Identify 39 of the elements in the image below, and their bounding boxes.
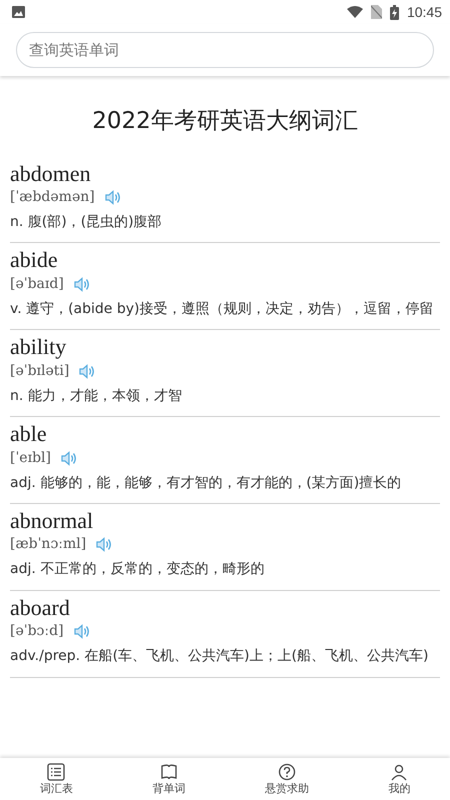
book-icon [160,763,178,782]
definition-text: adv./prep. 在船(车、飞机、公共汽车)上；上(船、飞机、公共汽车) [10,647,430,666]
nav-tab[interactable]: 我的 [348,758,450,800]
speaker-icon[interactable] [74,624,90,640]
battery-icon [390,4,399,20]
nav-tab[interactable]: 悬赏求助 [225,758,348,800]
speaker-icon[interactable] [79,364,96,379]
definition-text: adj. 不正常的，反常的，变态的，畸形的 [10,560,266,580]
word-heading: able [10,421,48,448]
wifi-icon [346,6,363,18]
phonetic-text: [æbˈnɔːml] [10,535,86,554]
page-title: 2022年考研英语大纲词汇 [91,107,359,136]
search-field[interactable]: 查询英语单词 [16,32,434,68]
nav-tab[interactable]: 背单词 [112,758,225,800]
question-icon [278,763,296,782]
phonetic-text: [ˈæbdəmən] [10,188,95,207]
gallery-icon [12,6,25,18]
clock-time: 10:45 [406,2,442,22]
word-heading: abdomen [10,160,92,187]
nav-tab[interactable]: 词汇表 [0,758,112,800]
phonetic-text: [ˈeɪbl] [10,448,51,468]
definition-text: adj. 能够的，能，能够，有才智的，有才能的，(某方面)擅长的 [10,474,402,493]
no-sim-icon [370,5,382,19]
list-icon [47,763,66,782]
speaker-icon[interactable] [104,190,121,205]
word-heading: abide [10,247,59,274]
word-heading: abnormal [10,508,94,534]
definition-text: n. 腹(部)，(昆虫的)腹部 [10,212,163,232]
word-heading: aboard [10,594,71,622]
phonetic-text: [əˈbɔːd] [10,622,64,642]
definition-text: n. 能力，才能，本领，才智 [10,386,183,406]
speaker-icon[interactable] [60,450,77,466]
person-icon [390,763,408,782]
definition-text: v. 遵守，(abide by)接受，遵照（规则，决定，劝告），逗留，停留 [10,300,434,319]
phonetic-text: [əˈbɪləti] [10,362,70,381]
speaker-icon[interactable] [74,276,90,292]
speaker-icon[interactable] [96,537,112,552]
word-heading: ability [10,334,68,361]
phonetic-text: [əˈbaɪd] [10,274,64,294]
